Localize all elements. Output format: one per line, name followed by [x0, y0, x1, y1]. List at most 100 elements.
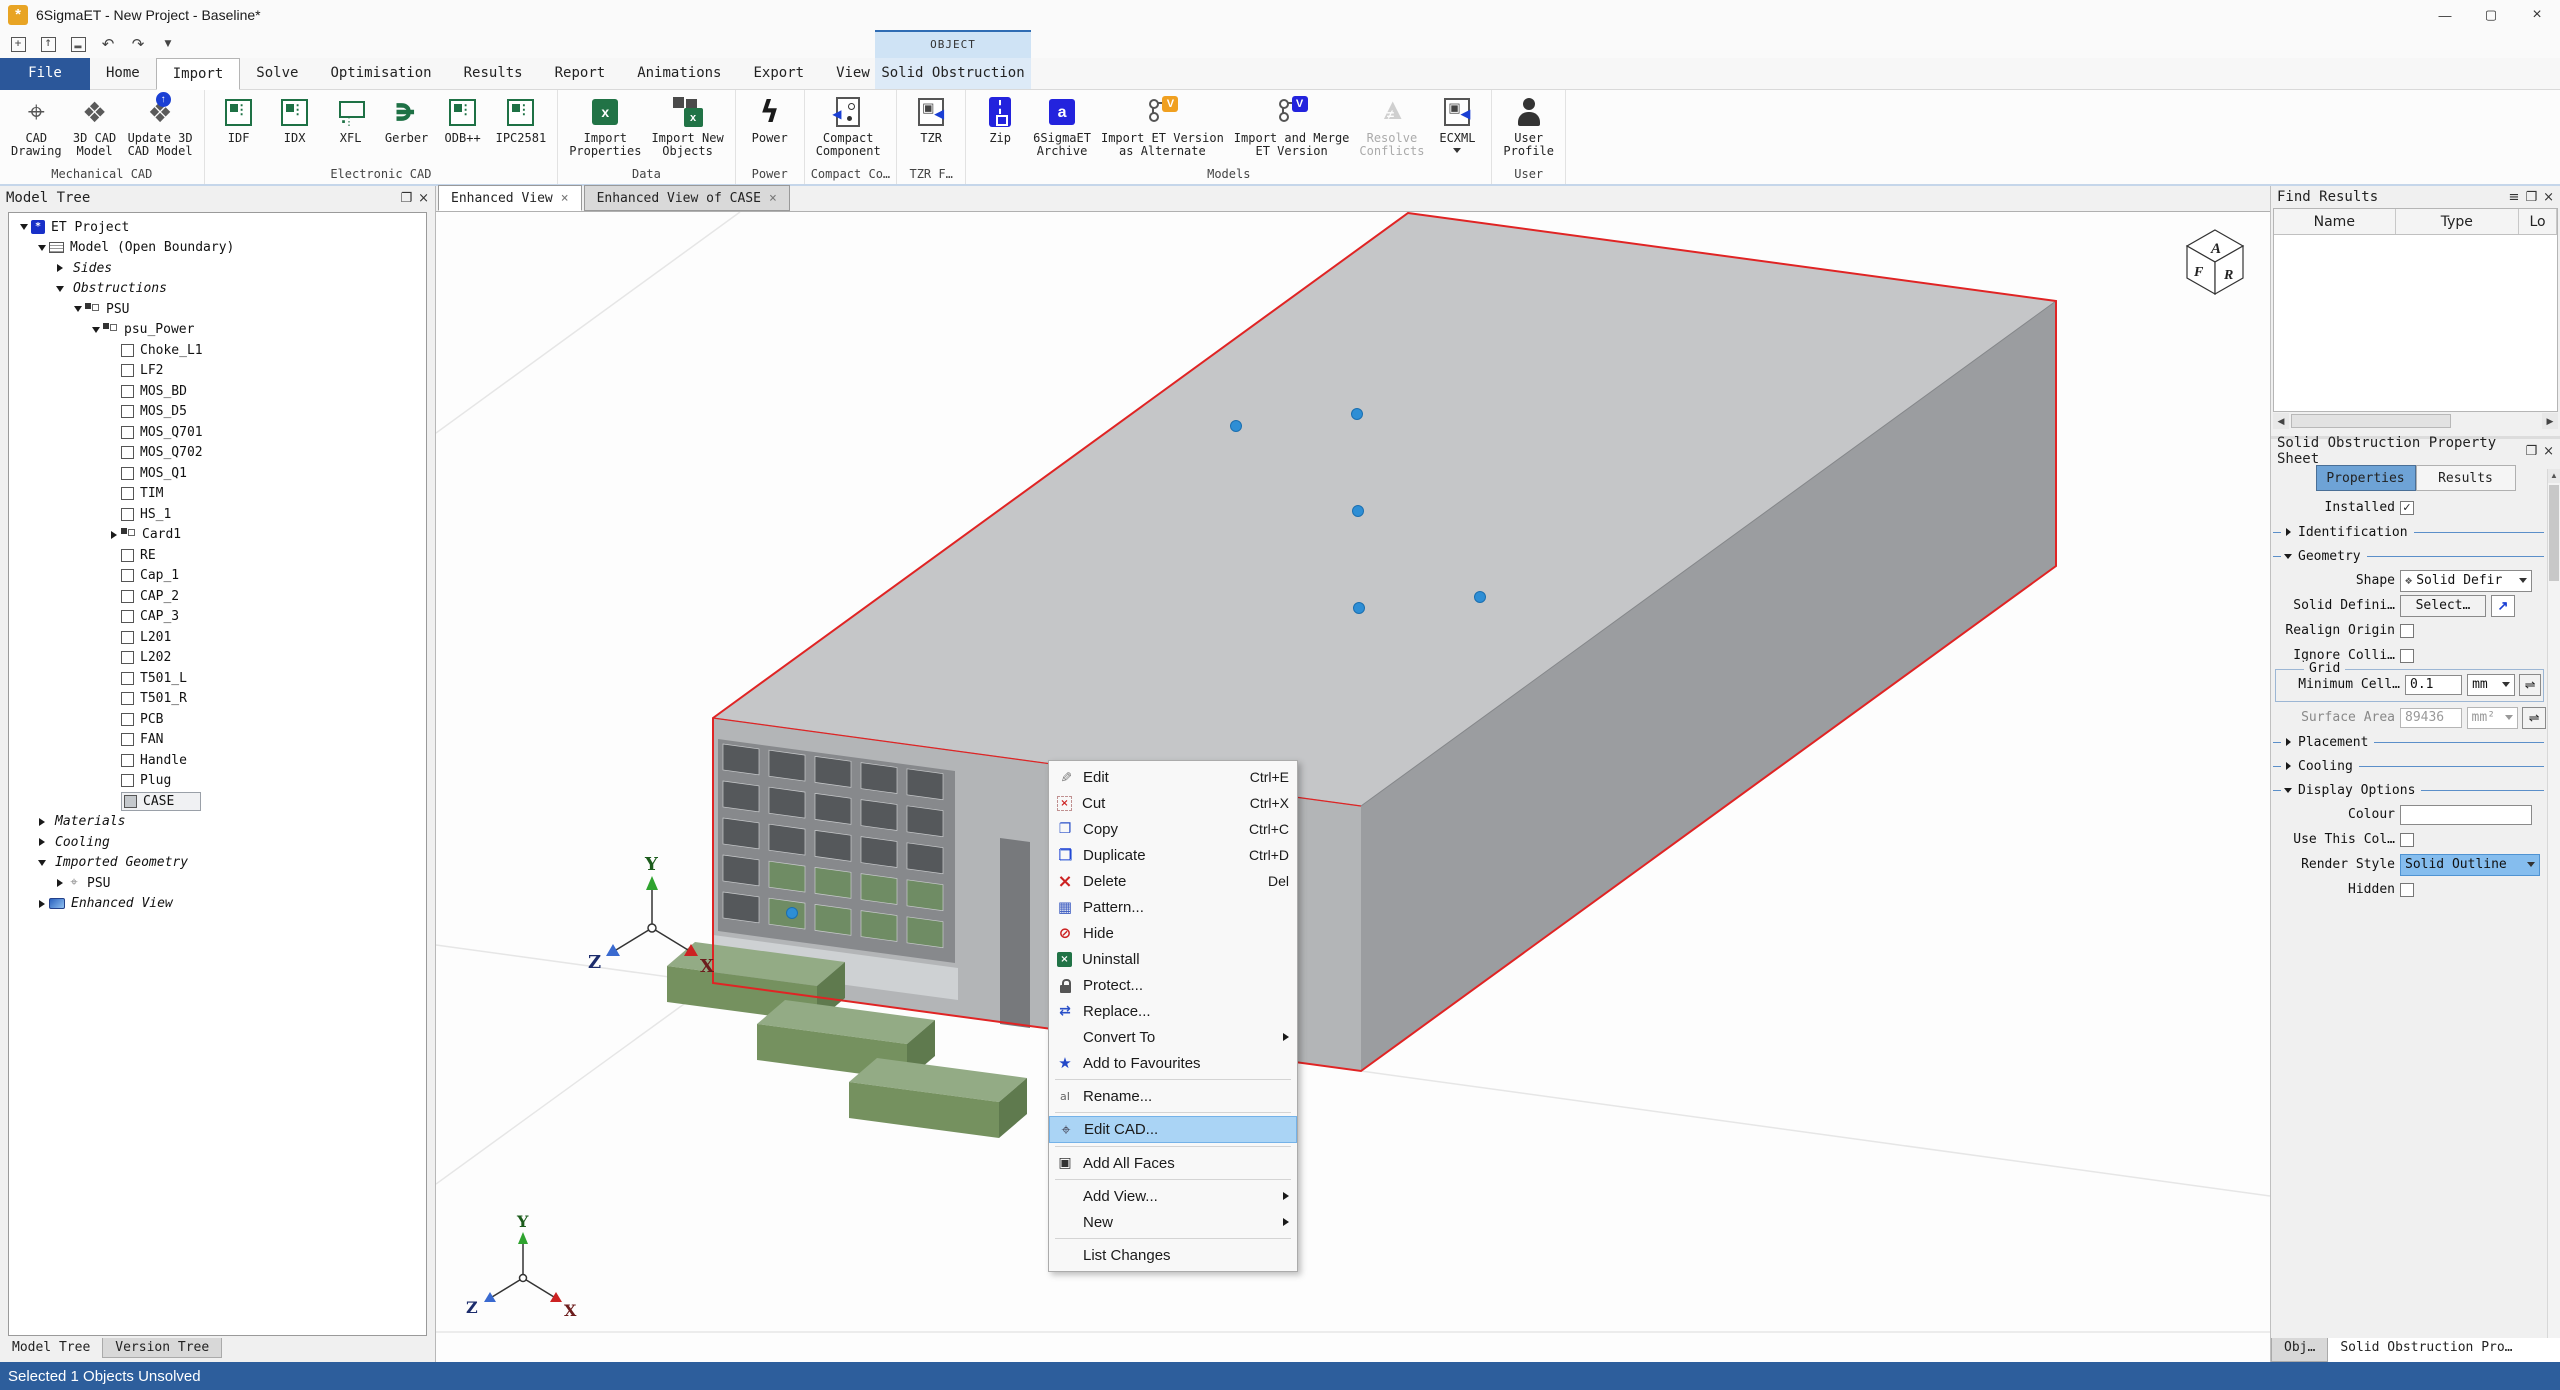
- zip-button[interactable]: Zip: [972, 92, 1028, 145]
- new-project-icon[interactable]: +: [6, 33, 30, 55]
- psu-case-model[interactable]: [667, 213, 2056, 1138]
- update-3d-cad-model-button[interactable]: ❖↑Update 3D CAD Model: [123, 92, 198, 158]
- import-et-version-as-alternate-button[interactable]: VImport ET Version as Alternate: [1096, 92, 1229, 158]
- import-and-merge-et-version-button[interactable]: VImport and Merge ET Version: [1229, 92, 1355, 158]
- tab-solve[interactable]: Solve: [240, 58, 314, 90]
- expander-icon[interactable]: [2282, 762, 2294, 770]
- tree-item-plug[interactable]: Plug: [9, 771, 426, 792]
- expander-icon[interactable]: [35, 818, 49, 826]
- maximize-button[interactable]: ▢: [2468, 0, 2514, 30]
- chk-icon[interactable]: [121, 487, 134, 500]
- tab-report[interactable]: Report: [539, 58, 622, 90]
- chk-icon[interactable]: [121, 610, 134, 623]
- value-input-minimum-cell[interactable]: 0.1: [2405, 675, 2462, 695]
- tab-results[interactable]: Results: [448, 58, 539, 90]
- tree-item-et-project[interactable]: *ET Project: [9, 217, 426, 238]
- tree-item-psu[interactable]: PSU: [9, 299, 426, 320]
- tree-item-fan[interactable]: FAN: [9, 730, 426, 751]
- column-header-type[interactable]: Type: [2396, 209, 2520, 234]
- tree-item-obstructions[interactable]: Obstructions: [9, 279, 426, 300]
- chk-icon[interactable]: [121, 754, 134, 767]
- expander-icon[interactable]: [107, 531, 121, 539]
- open-project-icon[interactable]: ↑: [36, 33, 60, 55]
- redo-icon[interactable]: ↷: [126, 33, 150, 55]
- chk-icon[interactable]: [121, 549, 134, 562]
- menu-item-hide[interactable]: Hide: [1049, 920, 1297, 946]
- chk-icon[interactable]: [121, 651, 134, 664]
- ipc2581-button[interactable]: IPC2581: [491, 92, 552, 145]
- float-panel-icon[interactable]: ❐: [2525, 444, 2537, 459]
- handle-dot[interactable]: [787, 908, 798, 919]
- orientation-cube[interactable]: A F R: [2187, 230, 2243, 294]
- tree-item-cap-1[interactable]: Cap_1: [9, 566, 426, 587]
- expander-icon[interactable]: [89, 327, 103, 333]
- bottom-tab-model-tree[interactable]: Model Tree: [0, 1338, 102, 1357]
- prop-tab-results[interactable]: Results: [2416, 465, 2516, 491]
- tzr-button[interactable]: ◀TZR: [903, 92, 959, 145]
- scroll-left-icon[interactable]: ◀: [2273, 413, 2289, 429]
- expander-icon[interactable]: [17, 224, 31, 230]
- close-icon[interactable]: [769, 191, 777, 206]
- swap-units-button[interactable]: [2522, 707, 2546, 729]
- tab-export[interactable]: Export: [738, 58, 821, 90]
- chk-icon[interactable]: [121, 672, 134, 685]
- bottom-tab-obj[interactable]: Obj…: [2271, 1338, 2328, 1362]
- tree-item-mos-q702[interactable]: MOS_Q702: [9, 443, 426, 464]
- view-tab-enhanced-view[interactable]: Enhanced View: [438, 185, 582, 211]
- scroll-up-icon[interactable]: ▲: [2548, 469, 2560, 483]
- viewport-canvas[interactable]: A F R Y Z X: [436, 212, 2270, 1362]
- shape-dropdown[interactable]: Solid Defir: [2400, 570, 2532, 592]
- menu-item-rename[interactable]: Rename...: [1049, 1083, 1297, 1109]
- tab-file[interactable]: File: [0, 58, 90, 90]
- tree-item-cap-3[interactable]: CAP_3: [9, 607, 426, 628]
- tree-item-imported-geometry[interactable]: Imported Geometry: [9, 853, 426, 874]
- tree-item-mos-bd[interactable]: MOS_BD: [9, 381, 426, 402]
- tab-animations[interactable]: Animations: [621, 58, 737, 90]
- 3d-cad-model-button[interactable]: ❖3D CAD Model: [67, 92, 123, 158]
- handle-dot[interactable]: [1354, 603, 1365, 614]
- menu-item-uninstall[interactable]: Uninstall: [1049, 946, 1297, 972]
- swap-units-button[interactable]: [2519, 674, 2541, 696]
- tree-item-handle[interactable]: Handle: [9, 750, 426, 771]
- link-arrow-button[interactable]: [2491, 595, 2515, 617]
- checkbox-hidden[interactable]: [2400, 883, 2414, 897]
- chk-icon[interactable]: [121, 344, 134, 357]
- chk-icon[interactable]: [121, 692, 134, 705]
- tab-solid-obstruction[interactable]: Solid Obstruction: [875, 58, 1031, 89]
- xfl-button[interactable]: XFL: [323, 92, 379, 145]
- tab-home[interactable]: Home: [90, 58, 156, 90]
- menu-item-add-view[interactable]: Add View...: [1049, 1183, 1297, 1209]
- chk-icon[interactable]: [121, 364, 134, 377]
- menu-item-duplicate[interactable]: DuplicateCtrl+D: [1049, 842, 1297, 868]
- user-profile-button[interactable]: User Profile: [1498, 92, 1559, 158]
- chk-icon[interactable]: [121, 385, 134, 398]
- tree-item-t501-l[interactable]: T501_L: [9, 668, 426, 689]
- float-panel-icon[interactable]: ❐: [2525, 190, 2537, 205]
- minimize-button[interactable]: —: [2422, 0, 2468, 30]
- compact-component-button[interactable]: ◀Compact Component: [811, 92, 886, 158]
- column-header-name[interactable]: Name: [2274, 209, 2396, 234]
- cad-drawing-button[interactable]: ⌖CAD Drawing: [6, 92, 67, 158]
- menu-icon[interactable]: ≡: [2509, 190, 2520, 205]
- tree-item-sides[interactable]: Sides: [9, 258, 426, 279]
- chkfill-icon[interactable]: [124, 795, 137, 808]
- idf-button[interactable]: IDF: [211, 92, 267, 145]
- find-results-hscrollbar[interactable]: ◀ ▶: [2273, 412, 2558, 430]
- tree-item-pcb[interactable]: PCB: [9, 709, 426, 730]
- tree-item-t501-r[interactable]: T501_R: [9, 689, 426, 710]
- tree-item-mos-q701[interactable]: MOS_Q701: [9, 422, 426, 443]
- column-header-lo[interactable]: Lo: [2519, 209, 2557, 234]
- checkbox-realign-origin[interactable]: [2400, 624, 2414, 638]
- tree-item-hs-1[interactable]: HS_1: [9, 504, 426, 525]
- tree-item-re[interactable]: RE: [9, 545, 426, 566]
- chk-icon[interactable]: [121, 590, 134, 603]
- expander-icon[interactable]: [53, 286, 67, 292]
- chk-icon[interactable]: [121, 733, 134, 746]
- chk-icon[interactable]: [121, 426, 134, 439]
- expander-icon[interactable]: [2282, 554, 2294, 559]
- tree-item-case[interactable]: CASE: [9, 791, 426, 812]
- handle-dot[interactable]: [1352, 409, 1363, 420]
- tree-item-l202[interactable]: L202: [9, 648, 426, 669]
- dropdown-arrow-icon[interactable]: [1453, 148, 1461, 153]
- chk-icon[interactable]: [121, 631, 134, 644]
